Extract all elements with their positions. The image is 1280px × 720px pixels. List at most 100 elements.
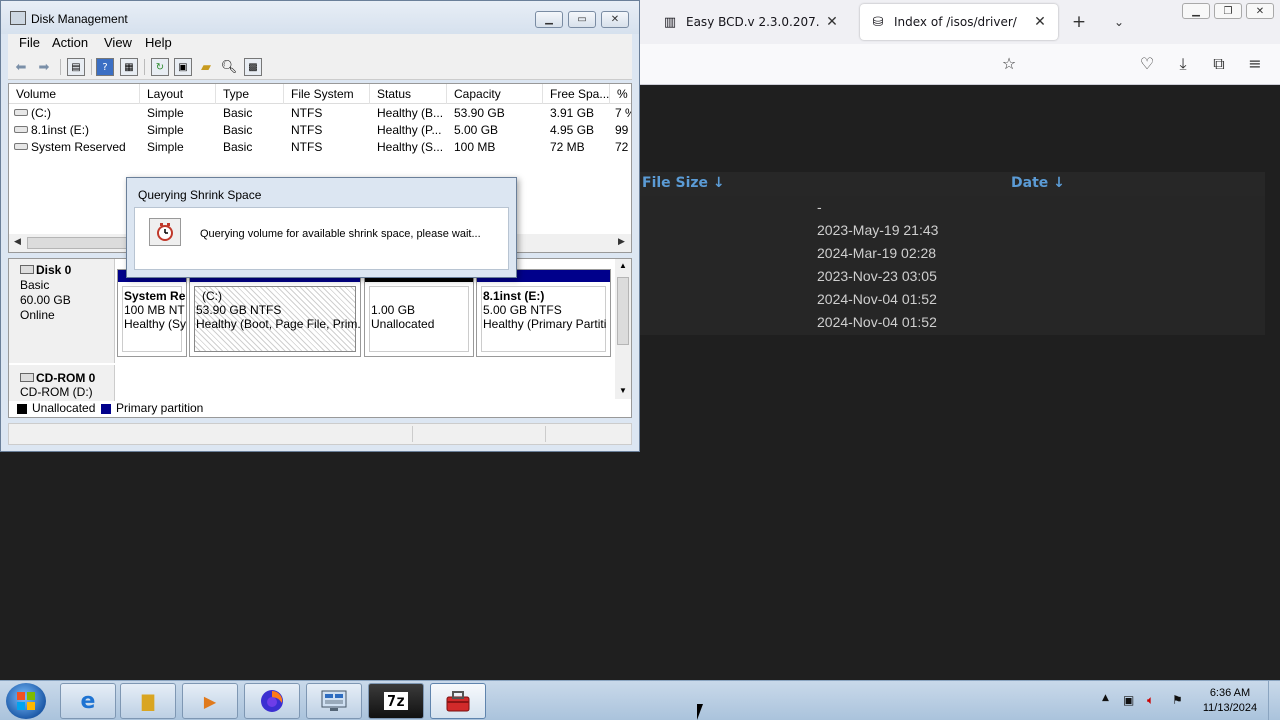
scroll-down-arrow-icon[interactable]: ▼ <box>619 386 627 395</box>
close-icon[interactable]: ✕ <box>1032 14 1048 30</box>
column-volume[interactable]: Volume <box>9 84 140 104</box>
status-bar <box>8 423 632 445</box>
7zip-icon[interactable]: 7z <box>368 683 424 719</box>
clock-icon <box>149 218 181 246</box>
disk-icon <box>20 265 34 274</box>
disk-layout-view: Disk 0 Basic 60.00 GB Online System Re 1… <box>8 258 632 418</box>
maximize-button[interactable]: ▭ <box>568 11 596 28</box>
file-size-sort-link[interactable]: File Size ↓ <box>642 175 725 191</box>
volume-name-text: System Reserved <box>31 140 126 154</box>
action-center-flag-icon[interactable]: ⚑ <box>1172 693 1183 707</box>
firefox-icon[interactable] <box>244 683 300 719</box>
system-clock[interactable]: 6:36 AM 11/13/2024 <box>1190 686 1270 716</box>
column-layout[interactable]: Layout <box>140 84 216 104</box>
forward-arrow-icon[interactable]: ➡ <box>35 58 53 76</box>
file-date: 2024-Mar-19 02:28 <box>817 245 937 261</box>
partition-title: System Re <box>124 289 186 303</box>
scrollbar-thumb[interactable] <box>27 237 137 249</box>
partition-8-1inst[interactable]: 8.1inst (E:) 5.00 GB NTFS Healthy (Prima… <box>476 269 611 357</box>
close-button[interactable]: ✕ <box>601 11 629 28</box>
pocket-icon[interactable]: ♡ <box>1137 54 1157 74</box>
menu-action[interactable]: Action <box>52 35 88 50</box>
title-bar[interactable]: Disk Management ▁ ▭ ✕ <box>1 1 639 34</box>
file-explorer-icon[interactable]: ▇ <box>120 683 176 719</box>
extensions-icon[interactable]: ⧉ <box>1209 54 1229 74</box>
column-status[interactable]: Status <box>370 84 447 104</box>
partition-title: (C:) <box>202 289 222 303</box>
magnifier-icon[interactable]: 🔍︎ <box>220 58 238 76</box>
properties-icon[interactable]: ▣ <box>174 58 192 76</box>
menu-help[interactable]: Help <box>145 35 172 50</box>
internet-explorer-icon[interactable]: e <box>60 683 116 719</box>
tab-index-isos-driver[interactable]: ⛁ Index of /isos/driver/ ✕ <box>860 4 1058 40</box>
list-all-tabs-button[interactable]: ⌄ <box>1109 12 1129 32</box>
volume-name: System Reserved <box>14 140 126 154</box>
network-icon[interactable]: ▣ <box>1123 693 1134 707</box>
media-player-icon[interactable]: ▶ <box>182 683 238 719</box>
volume-row[interactable]: 8.1inst (E:) Simple Basic NTFS Healthy (… <box>9 122 631 139</box>
settings-grid-icon[interactable]: ▩ <box>244 58 262 76</box>
volume-free: 3.91 GB <box>550 106 595 120</box>
partition-status: Healthy (Primary Partiti <box>483 317 607 331</box>
toolbox-icon[interactable] <box>430 683 486 719</box>
volume-row[interactable]: System Reserved Simple Basic NTFS Health… <box>9 139 631 156</box>
cdrom-0-label[interactable]: CD-ROM 0 CD-ROM (D:) <box>9 365 115 401</box>
scroll-right-arrow-icon[interactable]: ▶ <box>618 236 625 247</box>
scroll-left-arrow-icon[interactable]: ◀ <box>14 236 21 247</box>
disk-state: Online <box>20 308 55 322</box>
start-button[interactable] <box>6 683 46 719</box>
taskbar: e ▇ ▶ 7z ▲ ▣ 🔈︎ ⚑ 6:36 AM 11/13/2024 <box>0 680 1280 720</box>
partition-status: Healthy (Boot, Page File, Prim... <box>196 317 361 331</box>
partition-details: 1.00 GB Unallocated <box>369 286 469 352</box>
menu-file[interactable]: File <box>19 35 40 50</box>
show-hide-action-pane-icon[interactable]: ▦ <box>120 58 138 76</box>
browser-minimize-button[interactable]: ▁ <box>1182 3 1210 19</box>
column-capacity[interactable]: Capacity <box>447 84 543 104</box>
column-free-space[interactable]: Free Spa... <box>543 84 610 104</box>
new-tab-button[interactable]: + <box>1069 12 1089 32</box>
back-arrow-icon[interactable]: ⬅ <box>12 58 30 76</box>
volume-muted-icon[interactable]: 🔈︎ <box>1147 693 1154 708</box>
browser-close-button[interactable]: ✕ <box>1246 3 1274 19</box>
partition-system-reserved[interactable]: System Re 100 MB NT Healthy (Sy <box>117 269 187 357</box>
bookmark-star-icon[interactable]: ☆ <box>999 54 1019 74</box>
partition-unallocated[interactable]: 1.00 GB Unallocated <box>364 269 474 357</box>
downloads-icon[interactable]: ⤓ <box>1173 54 1193 74</box>
disk-0-label[interactable]: Disk 0 Basic 60.00 GB Online <box>9 259 115 363</box>
disk-management-icon[interactable] <box>306 683 362 719</box>
menu-bar: File Action View Help <box>8 34 632 54</box>
file-date: 2023-Nov-23 03:05 <box>817 268 937 284</box>
help-icon[interactable]: ? <box>96 58 114 76</box>
volume-row[interactable]: (C:) Simple Basic NTFS Healthy (B... 53.… <box>9 105 631 122</box>
tab-easybcd[interactable]: ▥ Easy BCD.v 2.3.0.207. Portal ✕ <box>652 4 850 40</box>
date-sort-link[interactable]: Date ↓ <box>1011 175 1065 191</box>
tab-title: Easy BCD.v 2.3.0.207. Portal <box>686 15 824 29</box>
column-percent-free[interactable]: % F <box>610 84 631 104</box>
menu-view[interactable]: View <box>104 35 132 50</box>
partition-status: Unallocated <box>371 317 435 331</box>
refresh-icon[interactable]: ↻ <box>151 58 169 76</box>
minimize-button[interactable]: ▁ <box>535 11 563 28</box>
partition-c[interactable]: (C:) 53.90 GB NTFS Healthy (Boot, Page F… <box>189 269 361 357</box>
browser-restore-button[interactable]: ❐ <box>1214 3 1242 19</box>
volume-status: Healthy (B... <box>377 106 443 120</box>
drive-icon <box>14 109 28 116</box>
scrollbar-thumb[interactable] <box>617 277 629 345</box>
column-file-system[interactable]: File System <box>284 84 370 104</box>
close-icon[interactable]: ✕ <box>824 14 840 30</box>
volume-pct-free: 72 <box>615 140 629 154</box>
open-folder-icon[interactable]: ▰ <box>197 58 215 76</box>
vertical-scrollbar[interactable]: ▲ ▼ <box>615 259 631 399</box>
partition-size: 100 MB NT <box>124 303 185 317</box>
show-desktop-button[interactable] <box>1268 681 1280 720</box>
volume-pct-free: 7 % <box>615 106 631 120</box>
menu-icon[interactable]: ≡ <box>1245 54 1265 74</box>
show-hide-console-tree-icon[interactable]: ▤ <box>67 58 85 76</box>
volume-fs: NTFS <box>291 140 323 154</box>
partition-title <box>371 289 468 303</box>
column-type[interactable]: Type <box>216 84 284 104</box>
partition-details: 8.1inst (E:) 5.00 GB NTFS Healthy (Prima… <box>481 286 606 352</box>
scroll-up-arrow-icon[interactable]: ▲ <box>619 261 627 270</box>
volume-layout: Simple <box>147 106 184 120</box>
show-hidden-icons-chevron-icon[interactable]: ▲ <box>1102 693 1109 703</box>
